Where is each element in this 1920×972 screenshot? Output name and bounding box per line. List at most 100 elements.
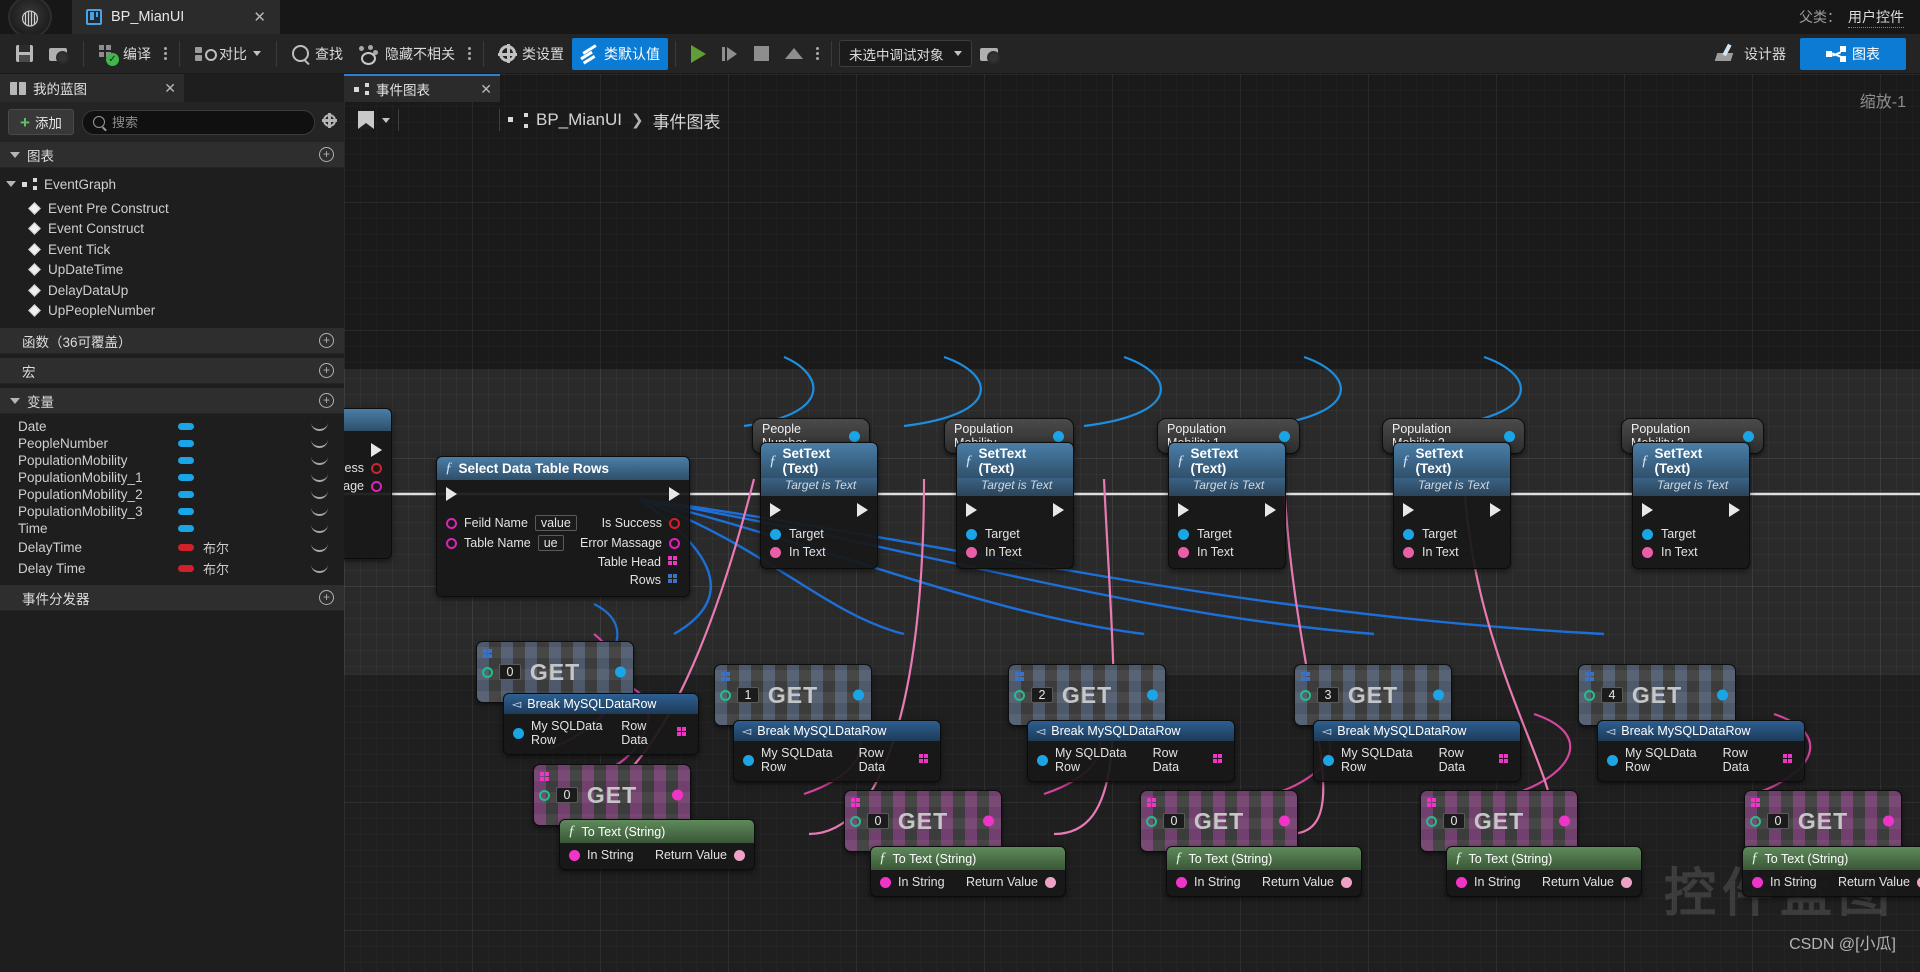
pin-row-totext[interactable]: In String Return Value <box>1447 873 1641 891</box>
pin-row-totext[interactable]: In String Return Value <box>1167 873 1361 891</box>
pin-row-table-head[interactable]: Table Head <box>437 553 689 571</box>
add-variable-button[interactable]: + <box>319 393 334 408</box>
graph-mode-button[interactable]: 图表 <box>1800 37 1906 70</box>
struct-pin-icon[interactable] <box>1147 689 1158 701</box>
struct-pin-icon[interactable] <box>1323 754 1334 766</box>
string-pin-icon[interactable] <box>672 789 683 801</box>
text-pin-icon[interactable] <box>1341 876 1352 888</box>
array-index-input[interactable]: 0 <box>556 787 578 803</box>
hide-unrelated-options-menu[interactable] <box>463 47 476 60</box>
object-pin-icon[interactable] <box>1743 430 1754 442</box>
visibility-eye-icon[interactable] <box>311 524 328 533</box>
node-to-text-4[interactable]: ƒ To Text (String) In String Return Valu… <box>1742 846 1920 897</box>
exec-pin-in-icon[interactable] <box>446 487 457 501</box>
int-pin-icon[interactable] <box>1750 815 1761 827</box>
struct-pin-icon[interactable] <box>743 754 754 766</box>
find-button[interactable]: 查找 <box>284 38 351 70</box>
section-macros[interactable]: 宏 + <box>0 358 344 384</box>
pin-row-totext[interactable]: In String Return Value <box>560 846 754 864</box>
string-pin-icon[interactable] <box>1456 876 1467 888</box>
struct-pin-icon[interactable] <box>513 727 524 739</box>
get-node-rows-2[interactable]: GET 2 <box>1008 664 1166 726</box>
tree-item-uppeoplenumber[interactable]: UpPeopleNumber <box>0 301 344 322</box>
compile-options-menu[interactable] <box>159 47 172 60</box>
string-pin-icon[interactable] <box>1279 815 1290 827</box>
struct-array-pin-icon[interactable] <box>668 556 680 568</box>
variable-row-populationmobility[interactable]: PopulationMobility <box>0 452 344 469</box>
struct-pin-icon[interactable] <box>1037 754 1048 766</box>
tab-event-graph[interactable]: 事件图表 ✕ <box>344 74 500 102</box>
text-pin-icon[interactable] <box>966 546 977 558</box>
event-graph-canvas[interactable]: 事件图表 ✕ BP_MianUI ❯ 事件图表 缩放-1 ccess ssage <box>344 74 1920 972</box>
node-hidden-left[interactable]: ccess ssage <box>344 408 392 559</box>
struct-pin-icon[interactable] <box>1433 689 1444 701</box>
tree-item-updatetime[interactable]: UpDateTime <box>0 260 344 281</box>
tree-item-event-tick[interactable]: Event Tick <box>0 239 344 260</box>
int-pin-icon[interactable] <box>1426 815 1437 827</box>
section-graphs[interactable]: 图表 + <box>0 142 344 168</box>
pin-row-target[interactable]: Target <box>1633 525 1749 543</box>
step-button[interactable] <box>714 38 746 70</box>
int-pin-icon[interactable] <box>482 666 493 678</box>
string-pin-icon[interactable] <box>983 815 994 827</box>
tree-item-event-pre-construct[interactable]: Event Pre Construct <box>0 198 344 219</box>
int-pin-icon[interactable] <box>539 789 550 801</box>
get-node-rowdata-4[interactable]: GET 0 <box>1744 790 1902 852</box>
stop-button[interactable] <box>746 38 777 70</box>
struct-array-pin-icon[interactable] <box>1213 754 1225 766</box>
array-index-input[interactable]: 0 <box>1443 813 1465 829</box>
visibility-eye-icon[interactable] <box>311 490 328 499</box>
hide-unrelated-button[interactable]: 隐藏不相关 <box>351 38 463 70</box>
tree-item-event-construct[interactable]: Event Construct <box>0 219 344 240</box>
variable-row-time[interactable]: Time <box>0 520 344 537</box>
exec-pin-out-icon[interactable] <box>669 487 680 501</box>
text-pin-icon[interactable] <box>1621 876 1632 888</box>
designer-mode-button[interactable]: 设计器 <box>1708 38 1794 70</box>
pin-row-exec[interactable] <box>437 485 689 503</box>
struct-array-pin-icon[interactable] <box>483 649 495 661</box>
get-node-rows-4[interactable]: GET 4 <box>1578 664 1736 726</box>
class-defaults-button[interactable]: 类默认值 <box>572 37 668 70</box>
get-node-rows-3[interactable]: GET 3 <box>1294 664 1452 726</box>
pin-row-in-text[interactable]: In Text <box>957 543 1073 561</box>
array-index-input[interactable]: 0 <box>499 664 521 680</box>
int-pin-icon[interactable] <box>1146 815 1157 827</box>
my-blueprint-settings-button[interactable] <box>322 113 337 130</box>
eject-button[interactable] <box>777 38 811 70</box>
node-to-text-0[interactable]: ƒ To Text (String) In String Return Valu… <box>559 819 755 870</box>
node-settext-4[interactable]: ƒ SetText (Text) Target is Text Target I… <box>1393 442 1511 569</box>
struct-pin-icon[interactable] <box>1607 754 1618 766</box>
pin-row-target[interactable]: Target <box>1394 525 1510 543</box>
tree-item-eventgraph[interactable]: EventGraph <box>0 174 344 194</box>
pin-row-break[interactable]: My SQLData Row Row Data <box>1598 744 1804 776</box>
play-options-menu[interactable] <box>811 47 824 60</box>
node-break-mysqldatarow-0[interactable]: ◅ Break MySQLDataRow My SQLData Row Row … <box>503 693 699 755</box>
pin-row-field-name[interactable]: Feild Name value Is Success <box>437 513 689 533</box>
pin-row-break[interactable]: My SQLData Row Row Data <box>504 717 698 749</box>
int-pin-icon[interactable] <box>850 815 861 827</box>
visibility-eye-icon[interactable] <box>311 473 328 482</box>
pin-row-in-text[interactable]: In Text <box>1394 543 1510 561</box>
visibility-eye-icon[interactable] <box>311 439 328 448</box>
string-pin-icon[interactable] <box>446 537 457 549</box>
close-icon[interactable]: ✕ <box>480 81 492 98</box>
struct-array-pin-icon[interactable] <box>1499 754 1511 766</box>
text-pin-icon[interactable] <box>1403 546 1414 558</box>
struct-array-pin-icon[interactable] <box>721 672 733 684</box>
exec-pin-in-icon[interactable] <box>966 503 977 517</box>
pin-row-table-name[interactable]: Table Name ue Error Massage <box>437 533 689 553</box>
variable-row-populationmobility-1[interactable]: PopulationMobility_1 <box>0 469 344 486</box>
add-event-dispatcher-button[interactable]: + <box>319 590 334 605</box>
object-pin-icon[interactable] <box>770 528 781 540</box>
add-function-button[interactable]: + <box>319 333 334 348</box>
array-index-input[interactable]: 2 <box>1031 687 1053 703</box>
array-index-input[interactable]: 0 <box>867 813 889 829</box>
field-name-value-input[interactable]: value <box>534 515 577 531</box>
node-settext-3[interactable]: ƒ SetText (Text) Target is Text Target I… <box>1168 442 1286 569</box>
exec-pin-out-icon[interactable] <box>1265 503 1276 517</box>
string-pin-icon[interactable] <box>446 517 457 529</box>
section-functions[interactable]: 函数（36可覆盖） + <box>0 328 344 354</box>
object-pin-icon[interactable] <box>1403 528 1414 540</box>
variable-row-date[interactable]: Date <box>0 418 344 435</box>
pin-row-exec[interactable] <box>957 501 1073 519</box>
